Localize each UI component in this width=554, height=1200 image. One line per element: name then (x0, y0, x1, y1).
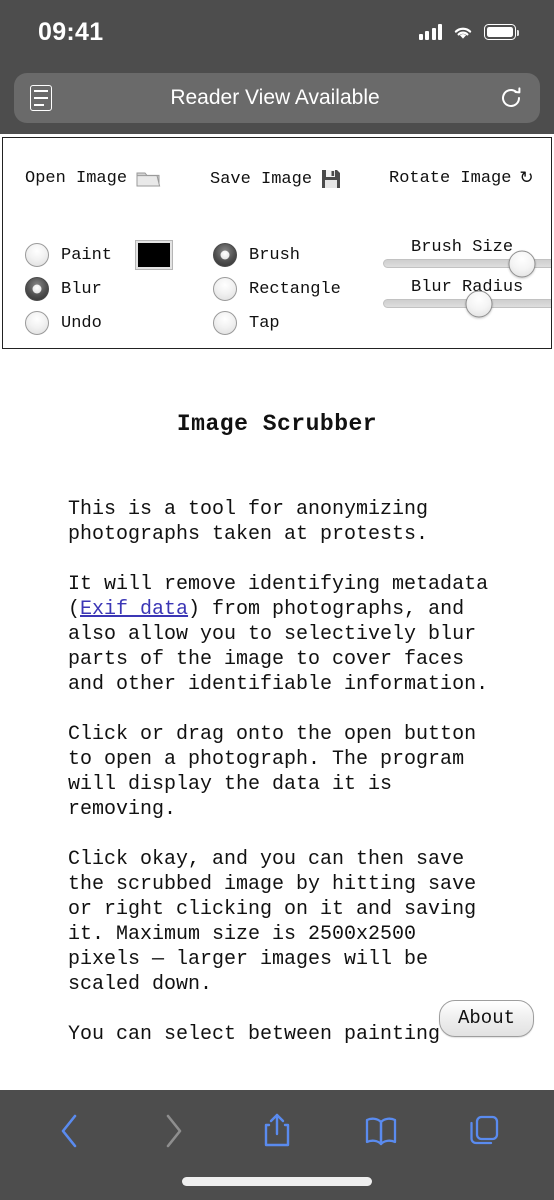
rotate-icon: ↻ (519, 168, 534, 188)
share-button[interactable] (247, 1101, 307, 1161)
brush-size-slider[interactable] (383, 250, 551, 277)
radio-option-rectangle[interactable]: Rectangle (213, 276, 341, 302)
image-scrubber-toolbar: Open Image Save Image Rotate Image ↻ Pai… (2, 137, 552, 349)
radio-option-undo[interactable]: Undo (25, 310, 172, 336)
radio-button-brush[interactable] (213, 243, 237, 267)
radio-button-paint[interactable] (25, 243, 49, 267)
radio-label-undo: Undo (61, 313, 102, 333)
rotate-image-label: Rotate Image (389, 168, 512, 188)
web-page-content: Open Image Save Image Rotate Image ↻ Pai… (0, 134, 554, 1090)
back-button[interactable] (40, 1101, 100, 1161)
blur-radius-slider[interactable] (383, 290, 551, 317)
reader-view-label: Reader View Available (170, 86, 380, 109)
tool-radio-group: Brush Rectangle Tap (213, 242, 341, 336)
radio-label-tap: Tap (249, 313, 280, 333)
open-image-label: Open Image (25, 168, 128, 188)
rotate-image-button[interactable]: Rotate Image ↻ (389, 168, 534, 188)
radio-option-tap[interactable]: Tap (213, 310, 341, 336)
signal-bars-icon (418, 24, 442, 40)
exif-data-link[interactable]: Exif data (80, 598, 188, 621)
slider-group: Brush Size Blur Radius (383, 238, 551, 318)
about-button[interactable]: About (438, 1000, 534, 1037)
reload-icon[interactable] (498, 85, 524, 111)
bottom-toolbar-icons (0, 1098, 554, 1164)
tabs-button[interactable] (454, 1101, 514, 1161)
open-image-button[interactable]: Open Image (25, 168, 161, 188)
radio-button-tap[interactable] (213, 311, 237, 335)
home-indicator (182, 1177, 372, 1186)
toolbar-actions-row: Open Image Save Image Rotate Image ↻ (3, 168, 551, 198)
forward-button[interactable] (143, 1101, 203, 1161)
wifi-icon (454, 27, 472, 39)
bookmarks-button[interactable] (351, 1101, 411, 1161)
paragraph-intro: This is a tool for anonymizing photograp… (68, 498, 429, 546)
paragraph-open: Click or drag onto the open button to op… (68, 723, 477, 821)
paragraph-metadata: It will remove identifying metadata (Exi… (0, 572, 554, 697)
radio-button-undo[interactable] (25, 311, 49, 335)
radio-label-blur: Blur (61, 279, 102, 299)
radio-button-blur[interactable] (25, 277, 49, 301)
safari-bottom-toolbar (0, 1090, 554, 1200)
save-image-label: Save Image (210, 169, 313, 189)
folder-icon (135, 168, 161, 188)
floppy-disk-icon (320, 168, 342, 190)
reader-view-icon[interactable] (30, 85, 52, 111)
article-body: Image Scrubber This is a tool for anonym… (0, 411, 554, 1047)
mode-radio-group: Paint Blur Undo (25, 241, 173, 336)
radio-label-paint: Paint (61, 245, 113, 265)
status-bar: 09:41 (0, 0, 554, 64)
brush-size-slider-thumb[interactable] (508, 250, 536, 277)
battery-full-icon (484, 24, 519, 40)
page-title: Image Scrubber (176, 411, 378, 437)
paragraph-save: Click okay, and you can then save the sc… (68, 848, 477, 996)
radio-button-rectangle[interactable] (213, 277, 237, 301)
radio-option-brush[interactable]: Brush (213, 242, 341, 268)
phone-screen: 09:41 Reader View Available Open Image S… (0, 0, 554, 1200)
url-bar[interactable]: Reader View Available (14, 73, 540, 123)
paint-color-swatch[interactable] (136, 241, 173, 269)
toolbar-controls-row: Paint Blur Undo Brush Rectangle Tap Brus… (3, 238, 551, 348)
radio-option-blur[interactable]: Blur (25, 276, 172, 302)
blur-radius-slider-thumb[interactable] (465, 290, 493, 317)
radio-label-rectangle: Rectangle (249, 279, 341, 299)
radio-label-brush: Brush (249, 245, 301, 265)
save-image-button[interactable]: Save Image (210, 168, 342, 190)
radio-option-paint[interactable]: Paint (25, 241, 173, 269)
status-icons (418, 23, 519, 41)
status-time: 09:41 (38, 17, 104, 46)
